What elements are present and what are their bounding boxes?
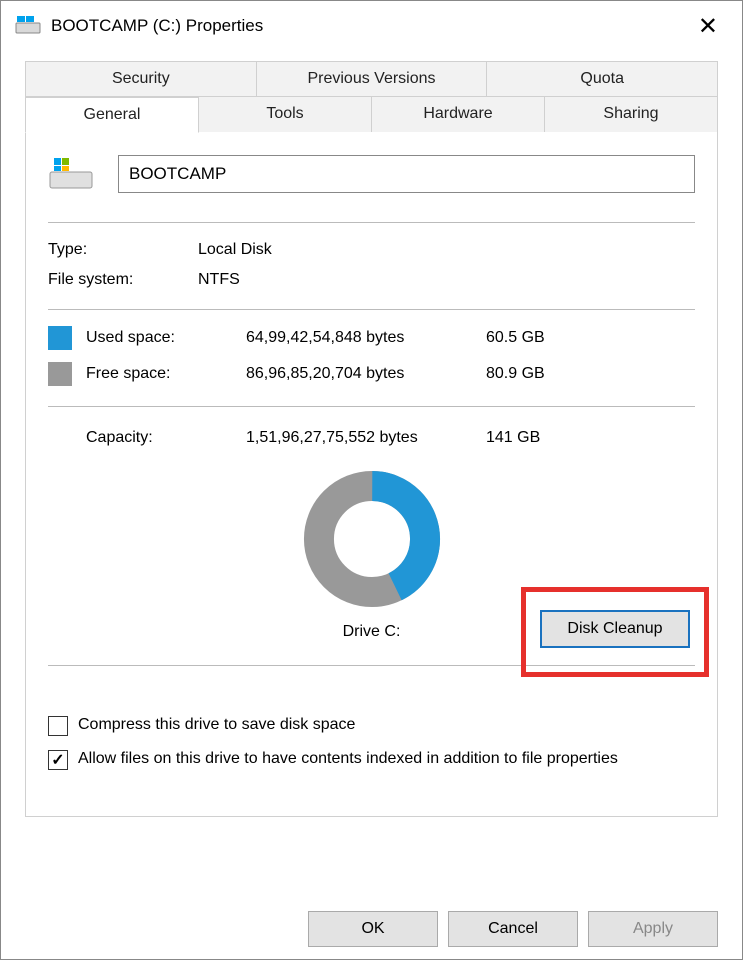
capacity-bytes: 1,51,96,27,75,552 bytes	[246, 429, 486, 447]
cancel-button[interactable]: Cancel	[448, 911, 578, 947]
type-value: Local Disk	[198, 241, 272, 259]
tab-strip: Security Previous Versions Quota General…	[25, 61, 718, 133]
free-bytes: 86,96,85,20,704 bytes	[246, 365, 486, 383]
titlebar: BOOTCAMP (C:) Properties ✕	[1, 1, 742, 51]
capacity-gb: 141 GB	[486, 429, 566, 447]
tab-tools[interactable]: Tools	[199, 97, 372, 133]
tab-previous-versions[interactable]: Previous Versions	[257, 61, 488, 97]
close-button[interactable]: ✕	[688, 8, 728, 45]
drive-large-icon	[48, 154, 94, 194]
compress-checkbox[interactable]	[48, 716, 68, 736]
ok-button[interactable]: OK	[308, 911, 438, 947]
used-label: Used space:	[86, 329, 246, 347]
index-label: Allow files on this drive to have conten…	[78, 748, 618, 770]
used-swatch	[48, 326, 72, 350]
tab-general[interactable]: General	[25, 97, 199, 133]
highlight-frame: Disk Cleanup	[521, 587, 709, 677]
tab-hardware[interactable]: Hardware	[372, 97, 545, 133]
drive-name-input[interactable]	[118, 155, 695, 193]
tab-sharing[interactable]: Sharing	[545, 97, 718, 133]
filesystem-label: File system:	[48, 271, 198, 289]
drive-letter-label: Drive C:	[343, 623, 401, 641]
window-title: BOOTCAMP (C:) Properties	[51, 16, 263, 36]
tab-panel-general: Type: Local Disk File system: NTFS Used …	[25, 132, 718, 817]
disk-cleanup-button[interactable]: Disk Cleanup	[540, 610, 690, 648]
type-label: Type:	[48, 241, 198, 259]
dialog-button-row: OK Cancel Apply	[308, 911, 718, 947]
compress-label: Compress this drive to save disk space	[78, 714, 355, 736]
free-gb: 80.9 GB	[486, 365, 566, 383]
usage-donut-chart	[302, 469, 442, 609]
index-checkbox[interactable]	[48, 750, 68, 770]
used-bytes: 64,99,42,54,848 bytes	[246, 329, 486, 347]
tab-quota[interactable]: Quota	[487, 61, 718, 97]
capacity-label: Capacity:	[86, 429, 246, 447]
tab-security[interactable]: Security	[25, 61, 257, 97]
drive-icon	[15, 14, 41, 38]
free-label: Free space:	[86, 365, 246, 383]
free-swatch	[48, 362, 72, 386]
filesystem-value: NTFS	[198, 271, 240, 289]
used-gb: 60.5 GB	[486, 329, 566, 347]
apply-button[interactable]: Apply	[588, 911, 718, 947]
